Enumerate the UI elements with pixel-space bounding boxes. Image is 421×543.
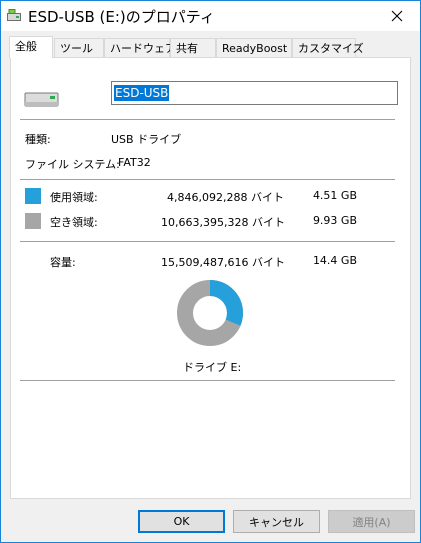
capacity-label: 容量: (50, 256, 76, 269)
free-space-bytes: 10,663,395,328 バイト (161, 216, 285, 229)
usb-drive-icon (24, 92, 59, 107)
close-button[interactable] (374, 1, 420, 31)
tab-hardware[interactable]: ハードウェア (104, 38, 176, 57)
used-space-bytes: 4,846,092,288 バイト (167, 191, 284, 204)
tab-customize[interactable]: カスタマイズ (292, 38, 364, 57)
capacity-size: 14.4 GB (312, 254, 357, 267)
tab-general[interactable]: 全般 (9, 36, 53, 58)
window-title: ESD-USB (E:)のプロパティ (28, 8, 215, 26)
used-space-size: 4.51 GB (312, 189, 357, 202)
usage-donut-chart (177, 280, 243, 346)
filesystem-value: FAT32 (118, 156, 151, 169)
free-space-swatch (25, 213, 41, 229)
cancel-button[interactable]: キャンセル (233, 510, 320, 533)
volume-name-input[interactable]: ESD-USB (111, 81, 398, 105)
divider (20, 380, 395, 381)
filesystem-label: ファイル システム: (25, 158, 120, 171)
tab-tools[interactable]: ツール (54, 38, 104, 57)
capacity-bytes: 15,509,487,616 バイト (161, 256, 285, 269)
close-icon (391, 10, 403, 22)
volume-name-value: ESD-USB (114, 85, 170, 101)
divider (20, 241, 395, 242)
ok-button[interactable]: OK (138, 510, 225, 533)
type-value: USB ドライブ (111, 133, 182, 146)
tab-sharing[interactable]: 共有 (170, 38, 216, 57)
apply-button[interactable]: 適用(A) (328, 510, 415, 533)
free-space-label: 空き領域: (50, 216, 98, 229)
used-space-swatch (25, 188, 41, 204)
drive-icon (7, 9, 21, 21)
tab-readyboost[interactable]: ReadyBoost (216, 38, 292, 57)
drive-letter-label: ドライブ E: (183, 361, 242, 374)
properties-window: ESD-USB (E:)のプロパティ 全般 ツール ハードウェア 共有 Read… (0, 0, 421, 543)
used-space-label: 使用領域: (50, 191, 98, 204)
general-panel: ESD-USB 種類: USB ドライブ ファイル システム: FAT32 使用… (10, 57, 411, 499)
type-label: 種類: (25, 133, 51, 146)
free-space-size: 9.93 GB (312, 214, 357, 227)
divider (20, 179, 395, 180)
divider (20, 119, 395, 120)
title-bar[interactable]: ESD-USB (E:)のプロパティ (1, 1, 420, 31)
